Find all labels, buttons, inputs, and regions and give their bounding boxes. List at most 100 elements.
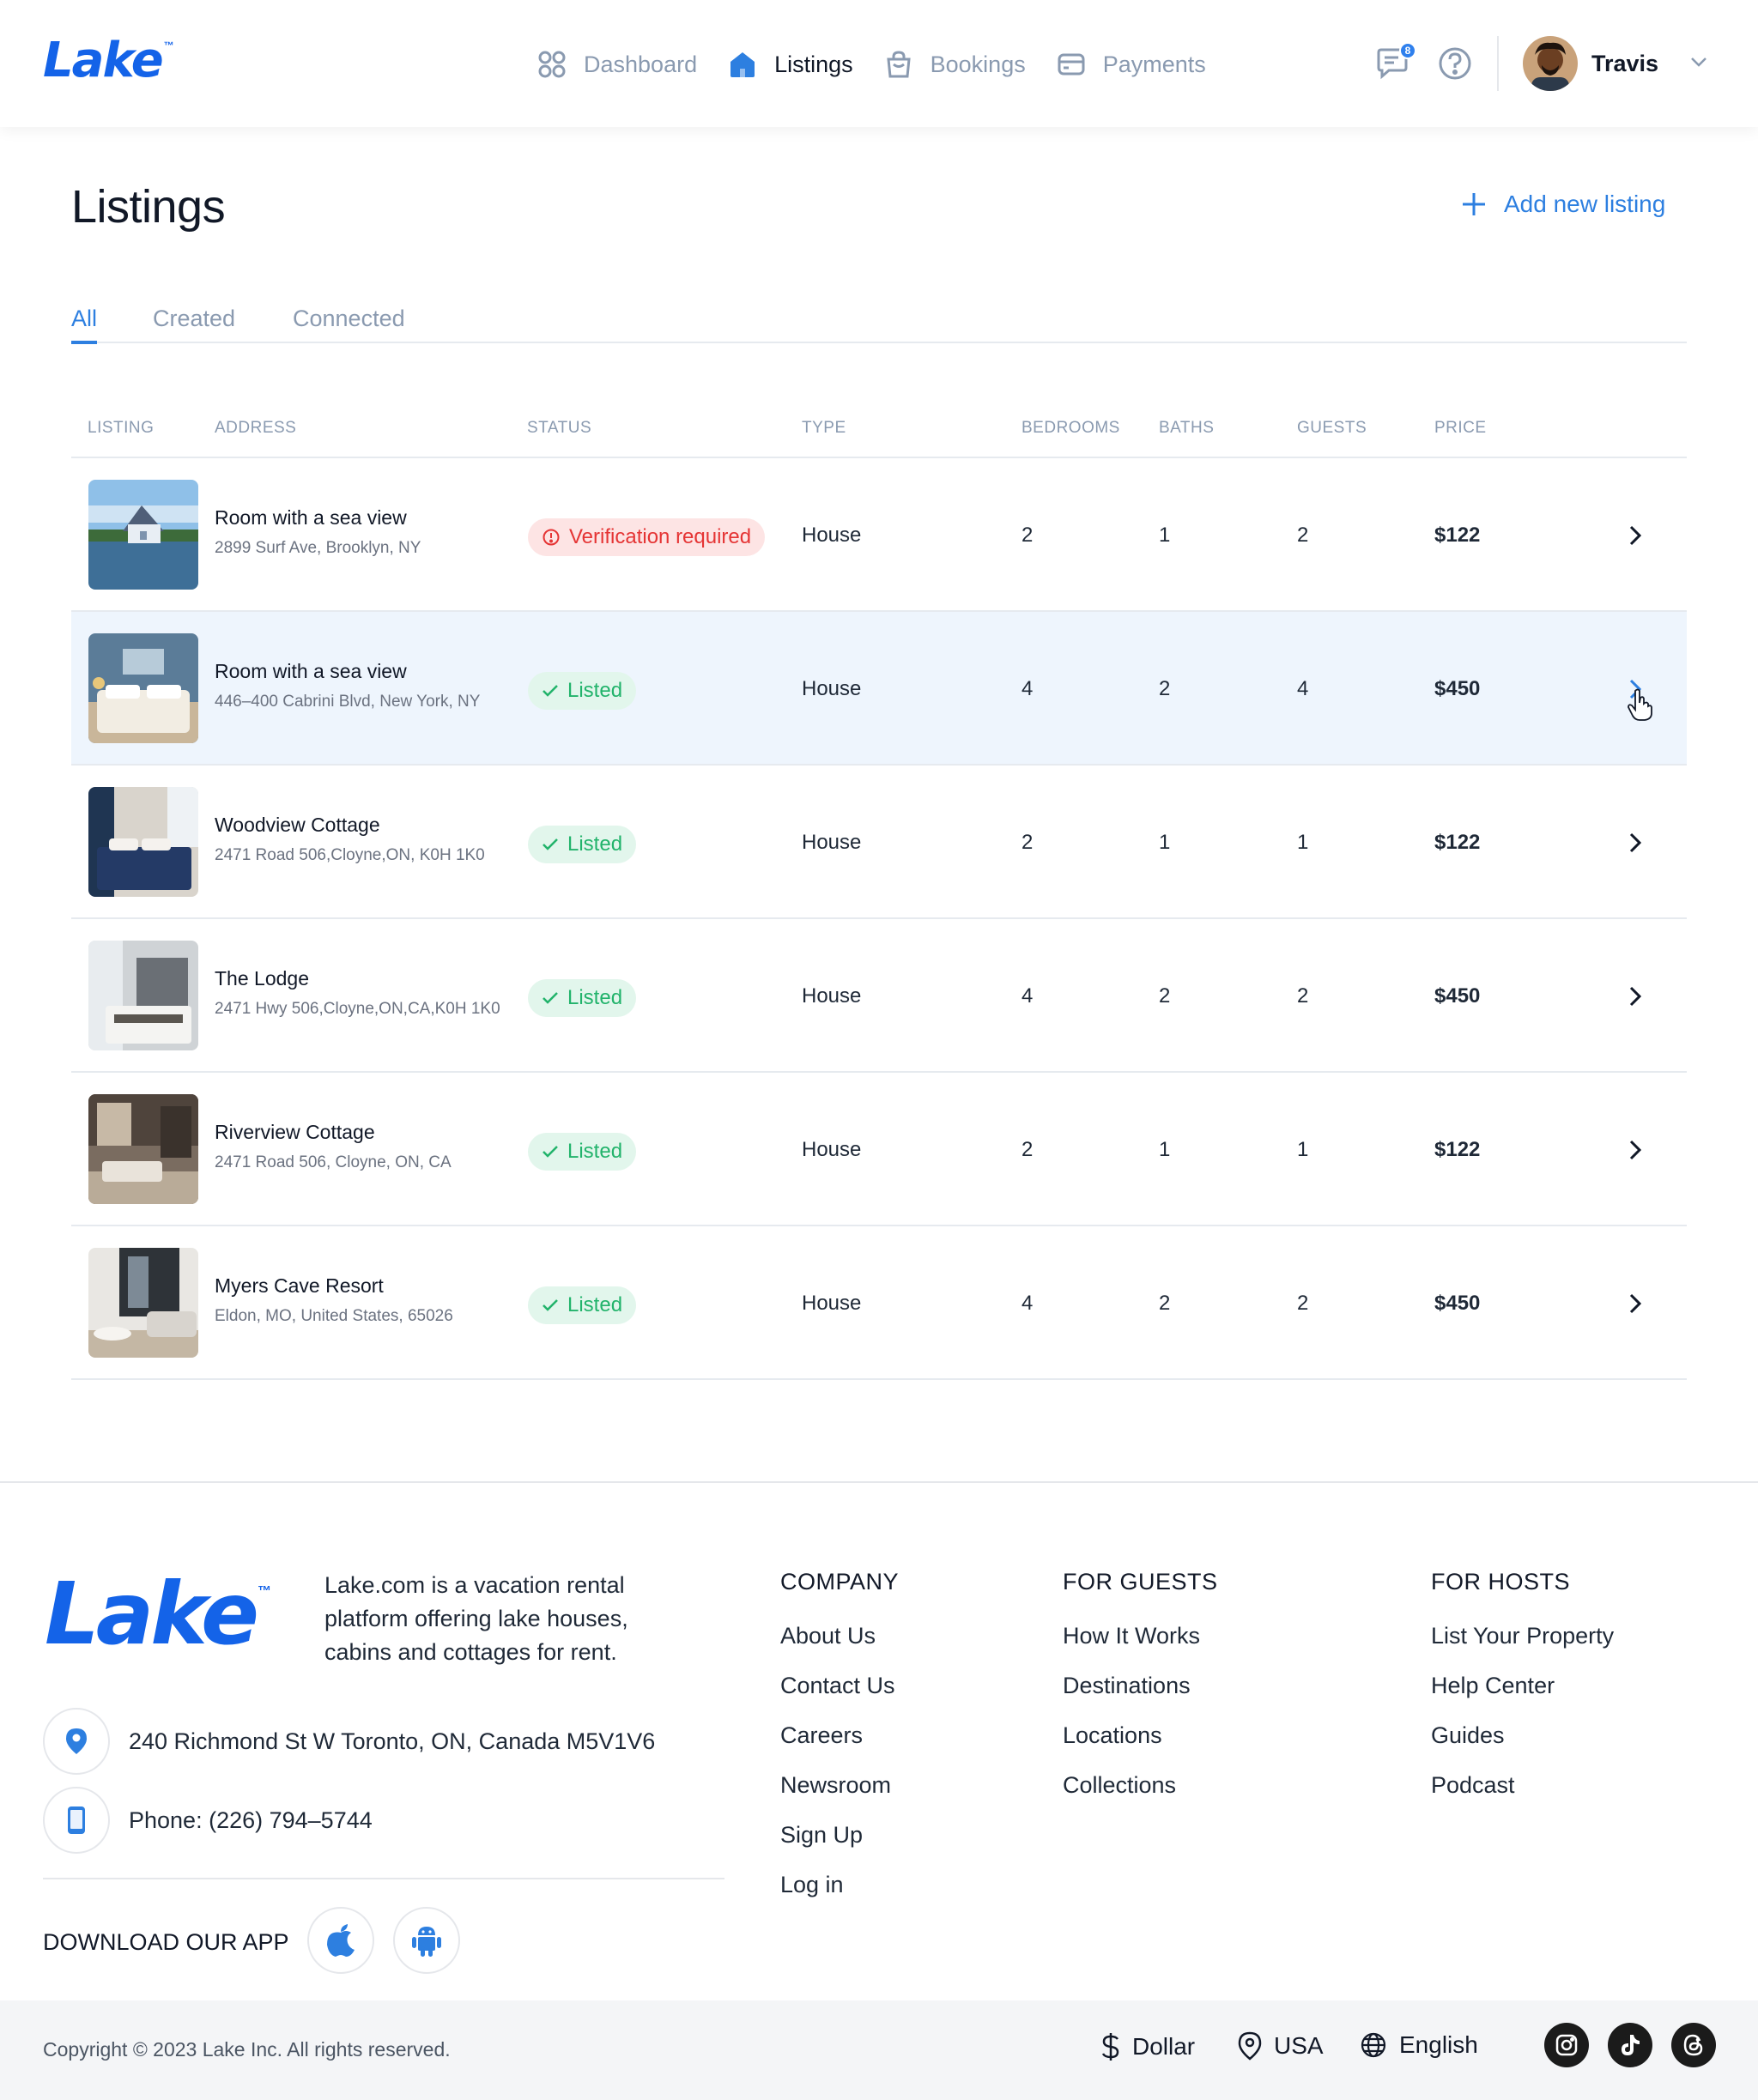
apple-app-button[interactable]: [307, 1907, 374, 1974]
nav-bookings[interactable]: Bookings: [882, 48, 1026, 81]
footer-col-guests: FOR GUESTS How It Works Destinations Loc…: [1063, 1569, 1218, 1822]
footer-link-how-it-works[interactable]: How It Works: [1063, 1623, 1218, 1673]
status-badge: Listed: [528, 1286, 637, 1324]
listing-type: House: [802, 1138, 862, 1161]
footer-link-collections[interactable]: Collections: [1063, 1772, 1218, 1822]
listing-thumbnail: [88, 480, 198, 590]
avatar[interactable]: [1523, 36, 1578, 91]
help-button[interactable]: [1435, 44, 1475, 83]
listing-address: 2471 Road 506, Cloyne, ON, CA: [215, 1153, 452, 1171]
language-selector[interactable]: English: [1360, 2031, 1478, 2059]
listing-baths: 2: [1159, 984, 1171, 1008]
chevron-right-icon[interactable]: [1620, 1135, 1651, 1165]
table-row[interactable]: The Lodge 2471 Hwy 506,Cloyne,ON,CA,K0H …: [71, 919, 1687, 1073]
footer-link-list-property[interactable]: List Your Property: [1431, 1623, 1614, 1673]
card-icon: [1055, 48, 1088, 81]
currency-selector[interactable]: Dollar: [1101, 2031, 1195, 2062]
table-row[interactable]: Riverview Cottage 2471 Road 506, Cloyne,…: [71, 1073, 1687, 1226]
tab-all[interactable]: All: [71, 306, 98, 344]
table-row[interactable]: Woodview Cottage 2471 Road 506,Cloyne,ON…: [71, 766, 1687, 919]
chevron-down-icon[interactable]: [1689, 56, 1708, 72]
listing-thumbnail: [88, 633, 198, 743]
footer-link-podcast[interactable]: Podcast: [1431, 1772, 1614, 1822]
listing-thumbnail: [88, 787, 198, 897]
listing-address: 2471 Hwy 506,Cloyne,ON,CA,K0H 1K0: [215, 1000, 500, 1018]
table-row[interactable]: Room with a sea view 2899 Surf Ave, Broo…: [71, 458, 1687, 612]
col-address: ADDRESS: [215, 419, 297, 437]
table-row[interactable]: Room with a sea view 446–400 Cabrini Blv…: [71, 612, 1687, 766]
col-status: STATUS: [527, 419, 592, 437]
tiktok-button[interactable]: [1608, 2023, 1652, 2067]
tab-created[interactable]: Created: [153, 306, 235, 341]
check-icon: [542, 684, 559, 698]
listing-baths: 1: [1159, 831, 1171, 854]
android-icon: [412, 1927, 441, 1957]
footer-logo[interactable]: Lake ™: [45, 1567, 271, 1661]
footer-link-contact[interactable]: Contact Us: [780, 1673, 899, 1722]
top-header: Lake ™ Dashboard Listings Bookings Payme…: [0, 0, 1758, 127]
listing-title: The Lodge: [215, 967, 309, 989]
nav-dashboard[interactable]: Dashboard: [536, 48, 697, 81]
add-listing-button[interactable]: Add new listing: [1461, 191, 1665, 218]
page-title: Listings: [71, 181, 226, 233]
listing-thumbnail: [88, 1094, 198, 1204]
add-listing-label: Add new listing: [1504, 191, 1666, 217]
footer-heading: COMPANY: [780, 1569, 900, 1595]
listing-price: $122: [1434, 523, 1481, 547]
listing-bedrooms: 4: [1021, 984, 1034, 1008]
lake-logo[interactable]: Lake ™: [43, 34, 174, 88]
nav-payments[interactable]: Payments: [1055, 48, 1206, 81]
listing-bedrooms: 2: [1021, 831, 1034, 854]
listing-bedrooms: 2: [1021, 523, 1034, 547]
chevron-right-icon[interactable]: [1620, 1288, 1651, 1319]
listing-baths: 1: [1159, 523, 1171, 547]
android-app-button[interactable]: [393, 1907, 460, 1974]
chevron-right-icon[interactable]: [1620, 981, 1651, 1012]
col-guests: GUESTS: [1297, 419, 1367, 437]
footer-link-help-center[interactable]: Help Center: [1431, 1673, 1614, 1722]
status-badge: Verification required: [528, 518, 766, 556]
chevron-right-icon[interactable]: [1620, 520, 1651, 551]
tiktok-icon: [1622, 2035, 1640, 2055]
plus-icon: [1461, 191, 1487, 217]
listing-type: House: [802, 831, 862, 854]
chevron-right-icon[interactable]: [1620, 827, 1651, 858]
apple-icon: [327, 1924, 355, 1957]
footer-link-destinations[interactable]: Destinations: [1063, 1673, 1218, 1722]
nav-listings[interactable]: Listings: [726, 48, 853, 81]
col-type: TYPE: [802, 419, 846, 437]
listing-address: 2899 Surf Ave, Brooklyn, NY: [215, 539, 421, 557]
download-app-label: DOWNLOAD OUR APP: [43, 1929, 289, 1955]
listing-baths: 2: [1159, 677, 1171, 700]
col-baths: BATHS: [1159, 419, 1215, 437]
home-icon: [726, 48, 759, 81]
footer-link-signup[interactable]: Sign Up: [780, 1822, 899, 1872]
country-selector[interactable]: USA: [1238, 2031, 1324, 2061]
footer-link-careers[interactable]: Careers: [780, 1722, 899, 1772]
footer-hr: [43, 1878, 724, 1879]
listing-type: House: [802, 984, 862, 1008]
main-nav: Dashboard Listings Bookings Payments: [536, 43, 1235, 86]
instagram-button[interactable]: [1544, 2023, 1589, 2067]
check-icon: [542, 838, 559, 851]
messages-button[interactable]: 8: [1373, 42, 1416, 83]
table-header: LISTING ADDRESS STATUS TYPE BEDROOMS BAT…: [71, 403, 1687, 458]
footer-link-guides[interactable]: Guides: [1431, 1722, 1614, 1772]
tab-connected[interactable]: Connected: [293, 306, 405, 341]
status-badge: Listed: [528, 826, 637, 863]
check-icon: [542, 1145, 559, 1159]
table-row[interactable]: Myers Cave Resort Eldon, MO, United Stat…: [71, 1226, 1687, 1380]
footer-link-locations[interactable]: Locations: [1063, 1722, 1218, 1772]
user-name[interactable]: Travis: [1591, 51, 1658, 77]
listing-guests: 2: [1297, 984, 1309, 1008]
footer-link-newsroom[interactable]: Newsroom: [780, 1772, 899, 1822]
status-badge: Listed: [528, 672, 637, 710]
status-badge: Listed: [528, 979, 637, 1017]
footer-link-login[interactable]: Log in: [780, 1872, 899, 1921]
status-badge: Listed: [528, 1133, 637, 1171]
footer-link-about[interactable]: About Us: [780, 1623, 899, 1673]
footer-heading: FOR GUESTS: [1063, 1569, 1218, 1595]
listing-price: $450: [1434, 1292, 1481, 1315]
threads-button[interactable]: [1671, 2023, 1716, 2067]
nav-payments-label: Payments: [1102, 51, 1206, 77]
